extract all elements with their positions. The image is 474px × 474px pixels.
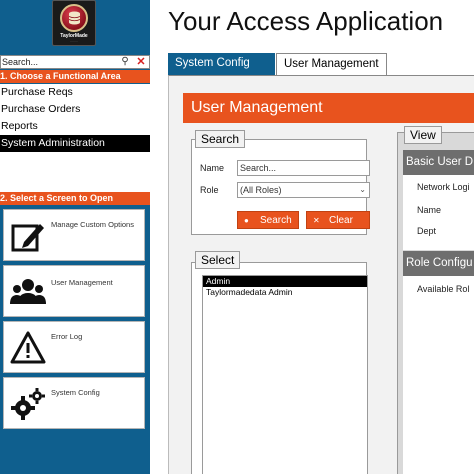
area-item-purchase-reqs[interactable]: Purchase Reqs	[0, 84, 150, 101]
role-dropdown[interactable]: (All Roles) ⌄	[237, 182, 370, 198]
company-logo: TaylorMade ········	[52, 0, 96, 46]
tab-system-config[interactable]: System Config	[168, 53, 275, 75]
database-icon	[68, 11, 81, 25]
screen-button-system-config[interactable]: System Config	[3, 377, 145, 429]
dept-label: Dept	[417, 226, 437, 236]
search-button-label: Search	[260, 215, 292, 226]
screen-button-label: Manage Custom Options	[51, 220, 134, 229]
view-group-label: View	[404, 126, 442, 144]
search-group: Name Role (All Roles) ⌄ ● Search ✕ Clear	[191, 139, 370, 235]
screen-button-label: Error Log	[51, 332, 83, 341]
screen-button-manage-custom-options[interactable]: Manage Custom Options	[3, 209, 145, 261]
screen-button-error-log[interactable]: Error Log	[3, 321, 145, 373]
select-group-label: Select	[195, 251, 241, 269]
form-title: User Management	[183, 93, 474, 123]
user-list[interactable]: Admin Taylormadedata Admin	[202, 275, 368, 474]
clear-button[interactable]: ✕ Clear	[306, 211, 370, 229]
logo-brand-subtext: ········	[70, 39, 78, 43]
edit-icon	[11, 224, 44, 252]
role-configuration-header: Role Configu	[403, 251, 474, 276]
role-label: Role	[200, 185, 219, 195]
functional-area-header: 1. Choose a Functional Area	[0, 70, 150, 83]
user-list-item[interactable]: Admin	[203, 276, 367, 287]
logo-seal	[60, 4, 88, 32]
gears-icon	[11, 388, 45, 420]
tab-user-management[interactable]: User Management	[276, 53, 387, 76]
screen-button-label: User Management	[51, 278, 113, 287]
x-icon: ✕	[313, 216, 320, 225]
user-list-item[interactable]: Taylormadedata Admin	[203, 287, 367, 298]
network-login-label: Network Logi	[417, 182, 470, 192]
app-title: Your Access Application	[168, 6, 444, 36]
role-configuration-panel	[403, 276, 474, 474]
select-group: Admin Taylormadedata Admin	[191, 262, 368, 474]
magnifier-icon[interactable]: ⚲	[118, 56, 132, 68]
functional-area-list: Purchase Reqs Purchase Orders Reports Sy…	[0, 84, 150, 192]
nav-search-input[interactable]	[1, 56, 117, 68]
role-dropdown-value: (All Roles)	[240, 185, 282, 195]
navigation-pane: TaylorMade ········ ⚲ ✕ 1. Choose a Func…	[0, 0, 150, 474]
chevron-down-icon: ⌄	[359, 185, 366, 194]
screen-button-label: System Config	[51, 388, 100, 397]
warning-icon	[10, 331, 46, 364]
name-label: Name	[200, 163, 225, 173]
nav-search-row: ⚲ ✕	[0, 55, 150, 69]
name-search-input[interactable]	[237, 160, 370, 176]
clear-button-label: Clear	[329, 215, 353, 226]
users-icon	[10, 279, 46, 304]
tab-strip: System Config User Management	[168, 53, 474, 76]
area-item-reports[interactable]: Reports	[0, 118, 150, 135]
x-icon[interactable]: ✕	[134, 56, 148, 68]
search-group-label: Search	[195, 130, 246, 148]
area-item-purchase-orders[interactable]: Purchase Orders	[0, 101, 150, 118]
basic-user-details-header: Basic User D	[403, 150, 474, 175]
screen-button-user-management[interactable]: User Management	[3, 265, 145, 317]
area-item-system-administration[interactable]: System Administration	[0, 135, 150, 152]
search-button[interactable]: ● Search	[237, 211, 299, 229]
dot-icon: ●	[244, 216, 249, 225]
available-roles-label: Available Rol	[417, 284, 470, 294]
select-screen-header: 2. Select a Screen to Open	[0, 192, 150, 205]
user-name-label: Name	[417, 205, 442, 215]
tab-content: User Management Name Role (All Roles) ⌄ …	[168, 75, 474, 474]
